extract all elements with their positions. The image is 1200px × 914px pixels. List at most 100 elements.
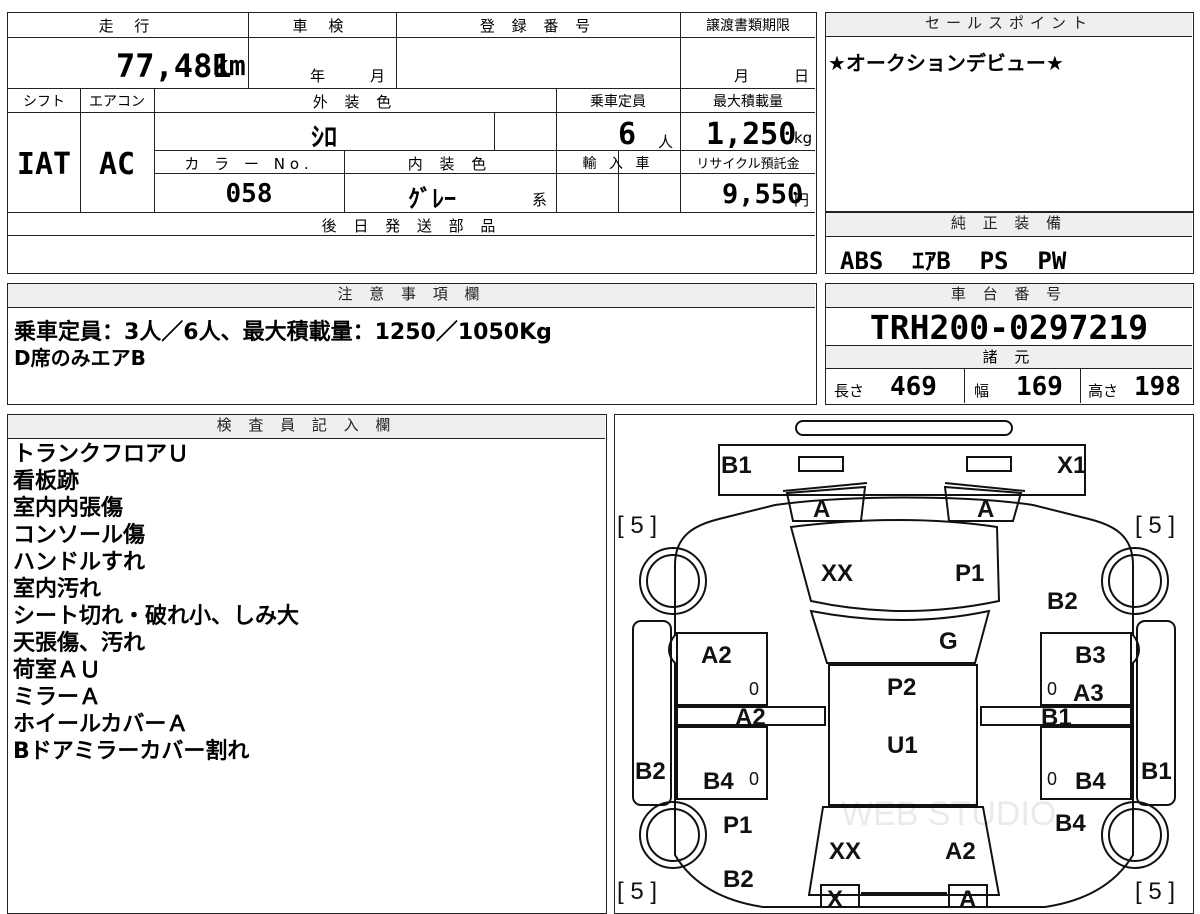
height-value: 198 [1134, 372, 1181, 402]
length-label: 長さ [834, 382, 865, 400]
chassis-number: TRH200-0297219 [869, 308, 1149, 347]
notes-box: 注 意 事 項 欄 乗車定員：3人／6人、最大積載量：1250／1050Kg D… [7, 283, 817, 405]
capacity-unit: 人 [658, 133, 674, 151]
transfer-deadline-label: 譲渡書類期限 [706, 18, 790, 34]
mark-a2-rear-glass: A2 [945, 838, 976, 865]
shaken-label: 車 検 [292, 17, 352, 35]
transfer-month-unit: 月 [734, 67, 750, 85]
sales-point-text: ★オークションデビュー★ [828, 51, 1064, 75]
mark-xx-rear-glass: XX [829, 838, 861, 865]
width-value: 169 [1016, 372, 1063, 402]
capacity-label: 乗車定員 [590, 94, 646, 110]
import-label: 輸 入 車 [582, 156, 654, 172]
tire-left-top: [ 5 ] [617, 512, 657, 539]
inspector-line: 荷室ＡＵ [13, 658, 102, 683]
later-parts-label: 後 日 発 送 部 品 [321, 217, 502, 235]
mark-b3-right-front-door: B3 [1075, 642, 1106, 669]
inspector-line: ハンドルすれ [13, 550, 146, 575]
sales-point-label: セールスポイント [826, 13, 1192, 37]
mark-x1-top-right: X1 [1057, 452, 1086, 479]
shaken-year-unit: 年 [310, 67, 326, 85]
door-zero: 0 [749, 679, 759, 699]
mark-b2-left-side: B2 [635, 758, 666, 785]
inspector-box: 検 査 員 記 入 欄 トランクフロアＵ 看板跡 室内内張傷 コンソール傷 ハン… [7, 414, 607, 914]
shift-label: シフト [23, 94, 65, 110]
recycle-deposit-label: リサイクル預託金 [696, 157, 800, 172]
mark-b2-right-front: B2 [1047, 588, 1078, 615]
mark-b4-right-rear: B4 [1055, 810, 1086, 837]
transfer-day-unit: 日 [794, 67, 810, 85]
color-number-value: 058 [225, 179, 273, 209]
inspector-line: シート切れ・破れ小、しみ大 [13, 604, 300, 629]
mark-b1-right-side: B1 [1141, 758, 1172, 785]
mileage-unit: km [212, 49, 246, 82]
tire-right-top: [ 5 ] [1135, 512, 1175, 539]
door-zero: 0 [1047, 769, 1057, 789]
mark-b4-left-rear-door: B4 [703, 768, 734, 795]
mark-p1-left-rear: P1 [723, 812, 752, 839]
ac-value: AC [98, 147, 136, 182]
door-zero: 0 [1047, 679, 1057, 699]
registration-number-label: 登 録 番 号 [479, 17, 597, 35]
exterior-color-label: 外 装 色 [312, 93, 398, 111]
mark-a-left-lamp: A [813, 496, 830, 523]
length-value: 469 [890, 372, 937, 402]
interior-color-label: 内 装 色 [407, 155, 493, 173]
color-number-label: カ ラ ー No. [184, 155, 314, 173]
car-diagram: B1 X1 A A XX P1 B2 G A2 B3 P2 0 0 A3 A2 … [617, 420, 1176, 913]
shaken-month-unit: 月 [370, 67, 386, 85]
tire-right-bottom: [ 5 ] [1135, 878, 1175, 905]
inspector-line: コンソール傷 [13, 523, 146, 548]
shift-value: IAT [16, 147, 72, 182]
damage-diagram-box: B1 X1 A A XX P1 B2 G A2 B3 P2 0 0 A3 A2 … [614, 414, 1194, 914]
tire-left-bottom: [ 5 ] [617, 878, 657, 905]
mark-a2-left-mid: A2 [735, 704, 766, 731]
mark-xx-windshield: XX [821, 560, 853, 587]
inspector-line: Bドアミラーカバー割れ [13, 739, 250, 764]
chassis-label: 車 台 番 号 [826, 284, 1192, 308]
recycle-deposit-value: 9,550 [722, 179, 804, 210]
max-load-label: 最大積載量 [713, 94, 783, 110]
genuine-equipment-value: ABS ｴｱB PS PW [840, 247, 1067, 275]
mark-p1-windshield: P1 [955, 560, 984, 587]
mileage-label: 走 行 [98, 17, 158, 35]
mark-a2-left-front-door: A2 [701, 642, 732, 669]
inspector-line: ミラーＡ [13, 685, 102, 710]
exterior-color-value: ｼﾛ [310, 123, 337, 153]
genuine-equipment-label: 純 正 装 備 [826, 213, 1192, 237]
genuine-equipment-box: 純 正 装 備 ABS ｴｱB PS PW [825, 212, 1194, 275]
mark-b1-right-mid: B1 [1041, 704, 1072, 731]
inspector-line: 室内汚れ [13, 577, 102, 602]
interior-color-suffix: 系 [532, 191, 548, 209]
specs-label: 諸 元 [826, 346, 1192, 368]
inspector-label: 検 査 員 記 入 欄 [8, 415, 605, 439]
ac-label: エアコン [89, 94, 145, 110]
mark-a3-right-front-door: A3 [1073, 680, 1104, 707]
mark-b1-top-left: B1 [721, 452, 752, 479]
mark-g-hood: G [939, 628, 958, 655]
max-load-value: 1,250 [706, 117, 797, 152]
sales-point-box: セールスポイント ★オークションデビュー★ [825, 12, 1194, 212]
recycle-deposit-unit: 円 [794, 191, 810, 209]
vehicle-info-table: 走 行 車 検 登 録 番 号 譲渡書類期限 77,481 km 年 月 月 日… [7, 12, 817, 274]
height-label: 高さ [1088, 382, 1119, 400]
width-label: 幅 [974, 382, 990, 400]
inspector-line: 看板跡 [13, 469, 80, 494]
inspector-line: ホイールカバーＡ [13, 712, 189, 737]
inspector-line: 天張傷、汚れ [13, 631, 146, 656]
mark-u1-roof: U1 [887, 732, 918, 759]
notes-line-2: D席のみエアB [14, 346, 146, 370]
capacity-value: 6 [618, 117, 637, 152]
mark-p2-roof: P2 [887, 674, 916, 701]
mark-b4-right-rear-door: B4 [1075, 768, 1106, 795]
chassis-box: 車 台 番 号 TRH200-0297219 諸 元 長さ 469 幅 169 … [825, 283, 1194, 405]
notes-label: 注 意 事 項 欄 [8, 284, 815, 308]
mark-a-right-lamp: A [977, 496, 994, 523]
mark-b2-left-bottom: B2 [723, 866, 754, 893]
watermark: WEB STUDIO [841, 795, 1056, 833]
door-zero: 0 [749, 769, 759, 789]
inspector-line: トランクフロアＵ [13, 442, 190, 467]
max-load-unit: kg [794, 129, 813, 147]
interior-color-value: ｸﾞﾚｰ [408, 185, 456, 213]
inspector-line: 室内内張傷 [13, 496, 124, 521]
